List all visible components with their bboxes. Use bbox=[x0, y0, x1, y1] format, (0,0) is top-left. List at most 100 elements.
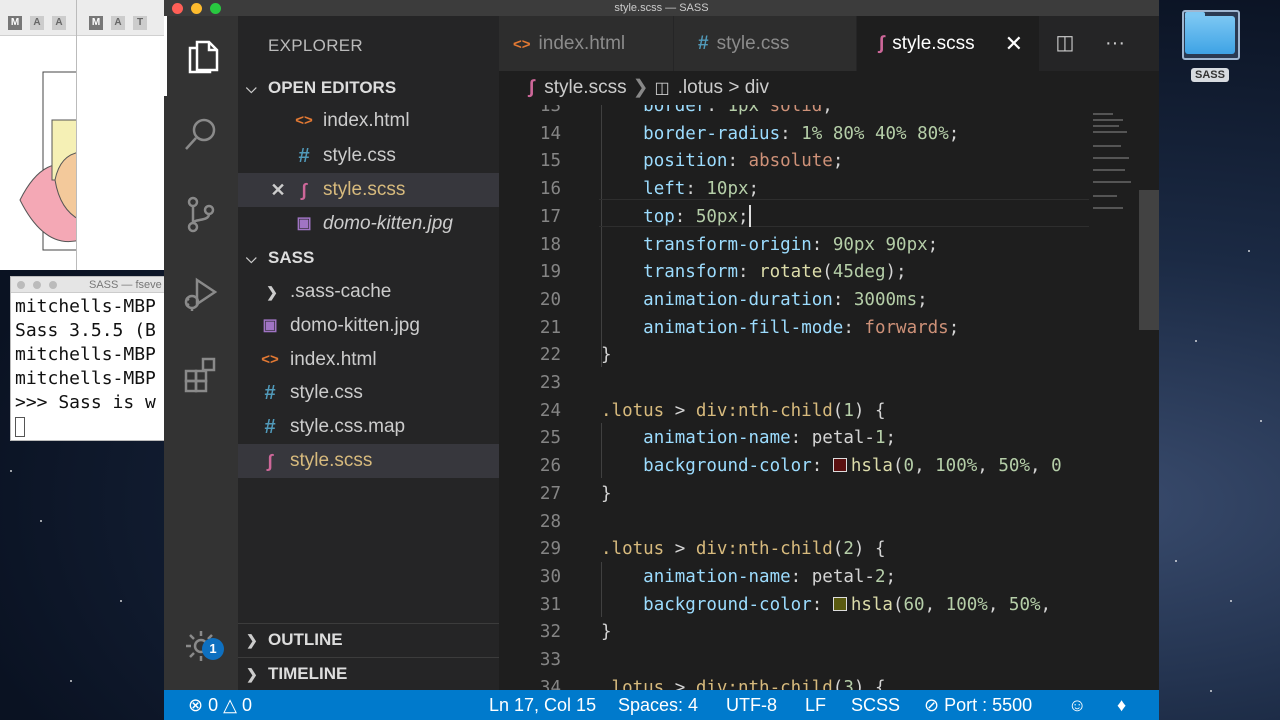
code-line[interactable]: 19 transform: rotate(45deg); bbox=[499, 259, 1089, 287]
bookmark-tab[interactable]: A bbox=[30, 16, 44, 30]
terminal-output[interactable]: mitchells-MBP Sass 3.5.5 (B mitchells-MBP m… bbox=[11, 293, 169, 439]
code-line[interactable]: 27} bbox=[499, 481, 1089, 509]
code-line[interactable]: 24 .lotus > div:nth-child(1) { bbox=[499, 398, 1089, 426]
close-window-button[interactable] bbox=[172, 3, 183, 14]
code-line[interactable]: 34 .lotus > div:nth-child(3) { bbox=[499, 675, 1089, 690]
scrollbar-thumb[interactable] bbox=[1139, 190, 1159, 330]
file-tree-item[interactable]: ❯ .sass-cache bbox=[238, 275, 499, 309]
line-number: 28 bbox=[539, 511, 561, 532]
error-count: 0 bbox=[208, 695, 219, 715]
outline-section-header[interactable]: ❯ OUTLINE bbox=[238, 625, 499, 655]
code-line[interactable]: 22} bbox=[499, 342, 1089, 370]
problems-indicator[interactable]: ⊗ 0 △ 0 bbox=[188, 690, 252, 720]
bookmark-tab[interactable]: A bbox=[111, 16, 125, 30]
file-tree-item[interactable]: ▣ domo-kitten.jpg bbox=[238, 309, 499, 343]
language-mode[interactable]: SCSS bbox=[851, 690, 900, 720]
file-tree-item[interactable]: ∫ style.scss bbox=[238, 444, 499, 478]
code-line[interactable]: 17 top: 50px; bbox=[499, 204, 1089, 232]
more-actions-icon[interactable]: ··· bbox=[1103, 31, 1127, 55]
close-icon[interactable]: ✕ bbox=[268, 173, 288, 207]
background-browser-window[interactable]: M A A bbox=[0, 0, 80, 270]
indentation-setting[interactable]: Spaces: 4 bbox=[618, 690, 698, 720]
code-line[interactable]: 32} bbox=[499, 619, 1089, 647]
bookmark-tab[interactable]: M bbox=[89, 16, 103, 30]
open-editor-label: index.html bbox=[323, 110, 410, 131]
eol-setting[interactable]: LF bbox=[805, 690, 826, 720]
code-line[interactable]: 23 bbox=[499, 370, 1089, 398]
code-line[interactable]: 26 background-color: hsla(0, 100%, 50%, … bbox=[499, 453, 1089, 481]
zoom-window-button[interactable] bbox=[210, 3, 221, 14]
code-line[interactable]: 15 position: absolute; bbox=[499, 148, 1089, 176]
bookmark-tab[interactable]: A bbox=[52, 16, 66, 30]
timeline-section-header[interactable]: ❯ TIMELINE bbox=[238, 659, 499, 689]
tab-style-css[interactable]: # style.css bbox=[674, 16, 857, 71]
file-tree-item[interactable]: # style.css bbox=[238, 376, 499, 410]
zoom-dot[interactable] bbox=[49, 281, 57, 289]
code-line[interactable]: 33 bbox=[499, 647, 1089, 675]
open-editor-item[interactable]: <> index.html bbox=[238, 104, 499, 138]
terminal-titlebar: SASS — fseve bbox=[11, 277, 169, 293]
color-swatch[interactable] bbox=[832, 596, 847, 611]
code-line[interactable]: 18 transform-origin: 90px 90px; bbox=[499, 232, 1089, 260]
sass-folder-section-header[interactable]: ⌵ SASS bbox=[238, 243, 499, 273]
bookmark-tab[interactable]: T bbox=[133, 16, 147, 30]
vertical-scrollbar[interactable] bbox=[1139, 105, 1159, 690]
close-icon[interactable]: ✕ bbox=[1005, 16, 1023, 71]
open-editor-item[interactable]: ▣ domo-kitten.jpg bbox=[238, 207, 499, 241]
split-editor-icon[interactable]: ◫ bbox=[1053, 31, 1077, 55]
open-editor-label: style.scss bbox=[323, 179, 406, 200]
tab-style-scss[interactable]: ∫ style.scss ✕ bbox=[857, 16, 1040, 71]
code-line[interactable]: 21 animation-fill-mode: forwards; bbox=[499, 315, 1089, 343]
line-number: 17 bbox=[539, 206, 561, 227]
terminal-window[interactable]: SASS — fseve mitchells-MBP Sass 3.5.5 (B m… bbox=[10, 276, 170, 441]
open-editor-item[interactable]: ✕ ∫ style.scss bbox=[238, 173, 499, 207]
search-icon[interactable] bbox=[164, 94, 238, 174]
code-line[interactable]: 28 bbox=[499, 509, 1089, 537]
open-editor-item[interactable]: # style.css bbox=[238, 139, 499, 173]
code-text: transform-origin: 90px 90px; bbox=[643, 234, 939, 255]
extensions-icon[interactable] bbox=[164, 334, 238, 414]
file-label: domo-kitten.jpg bbox=[290, 315, 420, 336]
code-line[interactable]: 16 left: 10px; bbox=[499, 176, 1089, 204]
code-line[interactable]: 29 .lotus > div:nth-child(2) { bbox=[499, 536, 1089, 564]
close-dot[interactable] bbox=[17, 281, 25, 289]
color-swatch[interactable] bbox=[832, 458, 847, 473]
error-icon: ⊗ bbox=[188, 695, 204, 715]
notifications-bell-icon[interactable]: ♦ bbox=[1117, 690, 1126, 720]
image-file-icon: ▣ bbox=[262, 317, 278, 334]
file-tree-item[interactable]: # style.css.map bbox=[238, 410, 499, 444]
file-tree-item[interactable]: <> index.html bbox=[238, 343, 499, 377]
minimap[interactable] bbox=[1089, 105, 1139, 690]
vscode-window[interactable]: style.scss — SASS 1 EXPLORER ⌵ OPEN EDIT… bbox=[164, 0, 1159, 720]
tab-index-html[interactable]: <> index.html bbox=[499, 16, 674, 71]
code-line[interactable]: 13 border: 1px solid; bbox=[499, 105, 1089, 121]
breadcrumb-symbol[interactable]: .lotus > div bbox=[678, 77, 769, 98]
sass-folder-desktop-icon[interactable]: SASS bbox=[1180, 4, 1242, 82]
minimize-dot[interactable] bbox=[33, 281, 41, 289]
code-line[interactable]: 20 animation-duration: 3000ms; bbox=[499, 287, 1089, 315]
cursor-position[interactable]: Ln 17, Col 15 bbox=[489, 690, 596, 720]
encoding-setting[interactable]: UTF-8 bbox=[726, 690, 777, 720]
source-control-icon[interactable] bbox=[164, 174, 238, 254]
code-line[interactable]: 25 animation-name: petal-1; bbox=[499, 425, 1089, 453]
feedback-icon[interactable]: ☺ bbox=[1068, 690, 1086, 720]
chevron-right-icon: ❯ bbox=[246, 632, 258, 648]
live-server-port[interactable]: ⊘ Port : 5500 bbox=[924, 690, 1032, 720]
code-line[interactable]: 31 background-color: hsla(60, 100%, 50%, bbox=[499, 592, 1089, 620]
background-browser-window[interactable]: M A T bbox=[76, 0, 176, 270]
code-line[interactable]: 14 border-radius: 1% 80% 40% 80%; bbox=[499, 121, 1089, 149]
browser-toolbar: M A T bbox=[77, 0, 176, 36]
minimize-window-button[interactable] bbox=[191, 3, 202, 14]
code-editor[interactable]: 13 border: 1px solid; 14 border-radius: 1… bbox=[499, 105, 1159, 690]
line-number: 16 bbox=[539, 179, 561, 200]
manage-gear-icon[interactable]: 1 bbox=[164, 606, 238, 686]
open-editors-section-header[interactable]: ⌵ OPEN EDITORS bbox=[238, 73, 499, 103]
code-text: animation-duration: 3000ms; bbox=[643, 289, 928, 310]
bookmark-tab[interactable]: M bbox=[8, 16, 22, 30]
open-editors-label: OPEN EDITORS bbox=[268, 78, 397, 97]
breadcrumb[interactable]: ∫ style.scss ❯ ◫ .lotus > div bbox=[499, 71, 1159, 105]
explorer-icon[interactable] bbox=[164, 16, 238, 96]
code-line[interactable]: 30 animation-name: petal-2; bbox=[499, 564, 1089, 592]
run-debug-icon[interactable] bbox=[164, 254, 238, 334]
breadcrumb-file[interactable]: style.scss bbox=[544, 77, 626, 98]
